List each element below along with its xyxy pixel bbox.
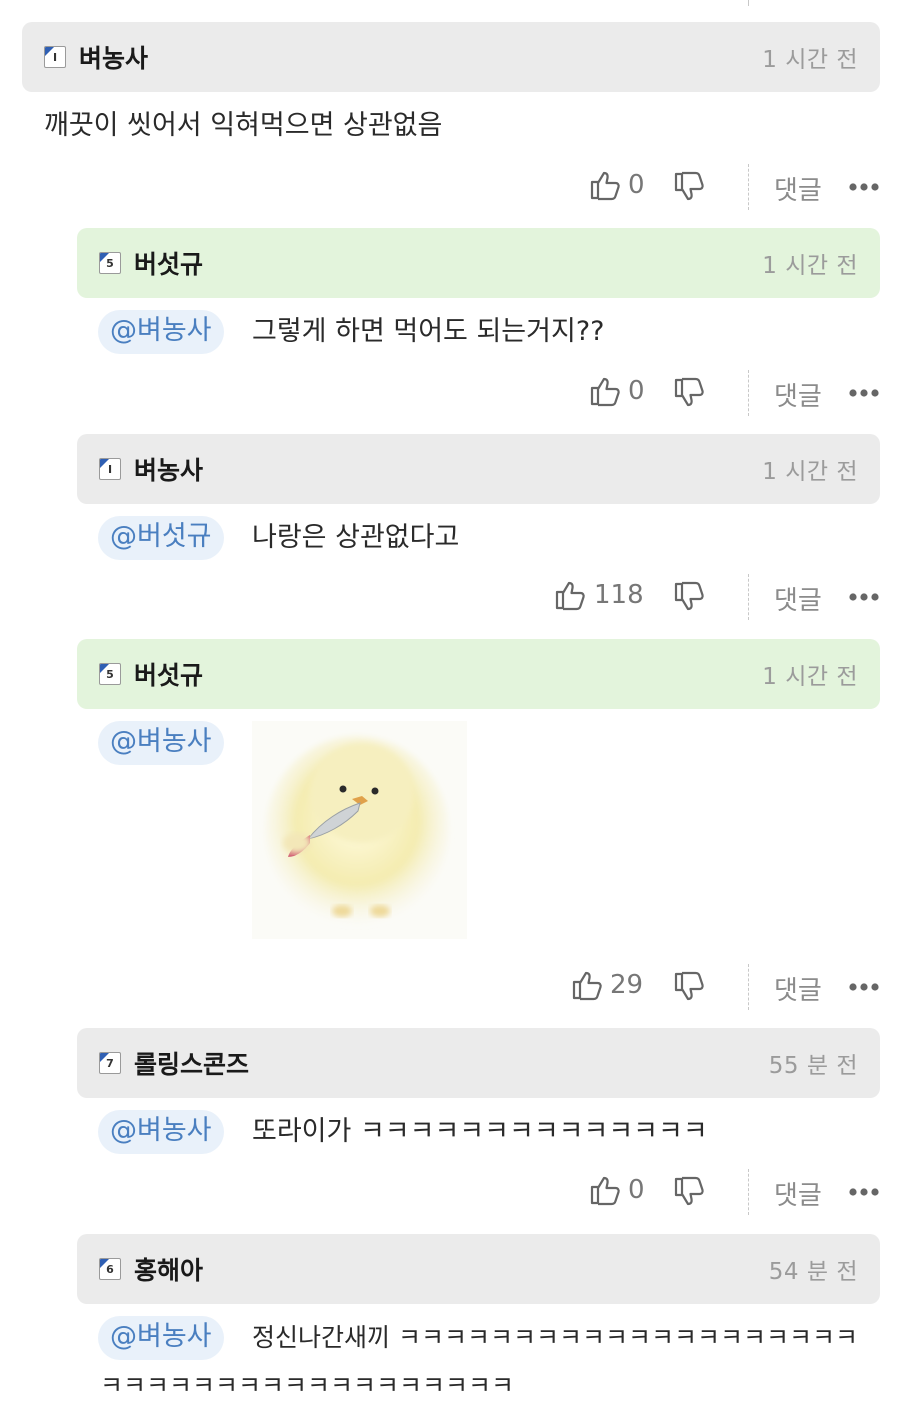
comment-header: I 벼농사 1 시간 전: [77, 434, 880, 504]
comment-actions: 0 댓글: [22, 1169, 880, 1215]
reply-button[interactable]: 댓글: [774, 376, 822, 413]
timestamp: 55 분 전: [768, 1053, 858, 1079]
nickname[interactable]: 롤링스콘즈: [134, 1045, 249, 1081]
comment-text: 또라이가 ㅋㅋㅋㅋㅋㅋㅋㅋㅋㅋㅋㅋㅋㅋ: [252, 1116, 708, 1147]
comment-header: 5 버섯규 1 시간 전: [77, 639, 880, 709]
comment-header: 7 롤링스콘즈 55 분 전: [77, 1028, 880, 1098]
comment-actions: 0 댓글: [22, 370, 880, 416]
comment-text: 그렇게 하면 먹어도 되는거지??: [252, 316, 605, 347]
thumbs-up-icon[interactable]: [570, 968, 604, 1002]
thumbs-down-icon[interactable]: [672, 376, 706, 410]
comment-header: I 벼농사 1 시간 전: [22, 22, 880, 92]
thumbs-up-icon[interactable]: [588, 1173, 622, 1207]
thumbs-up-icon[interactable]: [588, 374, 622, 408]
divider: [748, 574, 749, 620]
thumbs-up-icon[interactable]: [553, 578, 587, 612]
more-dots-icon[interactable]: [848, 182, 880, 192]
reply-comment: 5 버섯규 1 시간 전 @벼농사 29 댓글: [77, 639, 880, 1010]
divider: [748, 0, 749, 6]
mention-tag[interactable]: @벼농사: [98, 310, 224, 354]
like-count: 0: [628, 1175, 645, 1205]
reply-comment: I 벼농사 1 시간 전 @버섯규 나랑은 상관없다고 118 댓글: [77, 434, 880, 620]
nickname[interactable]: 버섯규: [134, 245, 203, 281]
reply-comment: 7 롤링스콘즈 55 분 전 @벼농사 또라이가 ㅋㅋㅋㅋㅋㅋㅋㅋㅋㅋㅋㅋㅋㅋ …: [77, 1028, 880, 1215]
like-count: 29: [610, 970, 644, 1000]
divider: [748, 370, 749, 416]
mention-tag[interactable]: @벼농사: [98, 1316, 224, 1360]
reply-button[interactable]: 댓글: [774, 1175, 822, 1212]
more-dots-icon[interactable]: [848, 592, 880, 602]
comment-text: 나랑은 상관없다고: [252, 522, 460, 553]
thumbs-up-icon[interactable]: [588, 168, 622, 202]
nickname[interactable]: 벼농사: [79, 39, 148, 75]
timestamp: 1 시간 전: [762, 253, 858, 279]
thumbs-down-icon[interactable]: [672, 580, 706, 614]
mention-tag[interactable]: @벼농사: [98, 1110, 224, 1154]
level-badge-icon: 6: [99, 1258, 121, 1280]
timestamp: 1 시간 전: [762, 459, 858, 485]
level-badge-icon: I: [44, 46, 66, 68]
level-badge-icon: 7: [99, 1052, 121, 1074]
comment: I 벼농사 1 시간 전 깨끗이 씻어서 익혀먹으면 상관없음 0 댓글: [22, 22, 880, 210]
like-count: 0: [628, 170, 645, 200]
comment-header: 5 버섯규 1 시간 전: [77, 228, 880, 298]
divider: [748, 164, 749, 210]
nickname[interactable]: 벼농사: [134, 451, 203, 487]
comment-actions: 0 댓글: [22, 164, 880, 210]
thumbs-down-icon[interactable]: [672, 970, 706, 1004]
comment-text: 깨끗이 씻어서 익혀먹으면 상관없음: [44, 110, 443, 141]
chick-knife-image[interactable]: [252, 721, 467, 939]
level-badge-icon: I: [99, 458, 121, 480]
thumbs-down-icon[interactable]: [672, 170, 706, 204]
comment-text: 정신나간새끼 ㅋㅋㅋㅋㅋㅋㅋㅋㅋㅋㅋㅋㅋㅋㅋㅋㅋㅋㅋㅋ: [252, 1323, 858, 1352]
nickname[interactable]: 홍해아: [134, 1251, 203, 1287]
comment-actions: 118 댓글: [22, 574, 880, 620]
timestamp: 1 시간 전: [762, 664, 858, 690]
nickname[interactable]: 버섯규: [134, 656, 203, 692]
more-dots-icon[interactable]: [848, 982, 880, 992]
timestamp: 1 시간 전: [762, 47, 858, 73]
reply-comment: 6 홍해아 54 분 전 @벼농사 정신나간새끼 ㅋㅋㅋㅋㅋㅋㅋㅋㅋㅋㅋㅋㅋㅋㅋ…: [77, 1234, 880, 1414]
reply-button[interactable]: 댓글: [774, 970, 822, 1007]
level-badge-icon: 5: [99, 663, 121, 685]
reply-button[interactable]: 댓글: [774, 580, 822, 617]
like-count: 0: [628, 376, 645, 406]
divider: [748, 1169, 749, 1215]
mention-tag[interactable]: @벼농사: [98, 721, 224, 765]
like-count: 118: [594, 580, 644, 610]
divider: [748, 964, 749, 1010]
timestamp: 54 분 전: [768, 1259, 858, 1285]
reply-comment: 5 버섯규 1 시간 전 @벼농사 그렇게 하면 먹어도 되는거지?? 0 댓글: [77, 228, 880, 416]
comment-header: 6 홍해아 54 분 전: [77, 1234, 880, 1304]
more-dots-icon[interactable]: [848, 388, 880, 398]
comment-actions: 29 댓글: [22, 964, 880, 1010]
comment-text-continued: ㅋㅋㅋㅋㅋㅋㅋㅋㅋㅋㅋㅋㅋㅋㅋㅋㅋㅋ: [100, 1371, 515, 1400]
reply-button[interactable]: 댓글: [774, 170, 822, 207]
more-dots-icon[interactable]: [848, 1187, 880, 1197]
level-badge-icon: 5: [99, 252, 121, 274]
thumbs-down-icon[interactable]: [672, 1175, 706, 1209]
mention-tag[interactable]: @버섯규: [98, 516, 224, 560]
